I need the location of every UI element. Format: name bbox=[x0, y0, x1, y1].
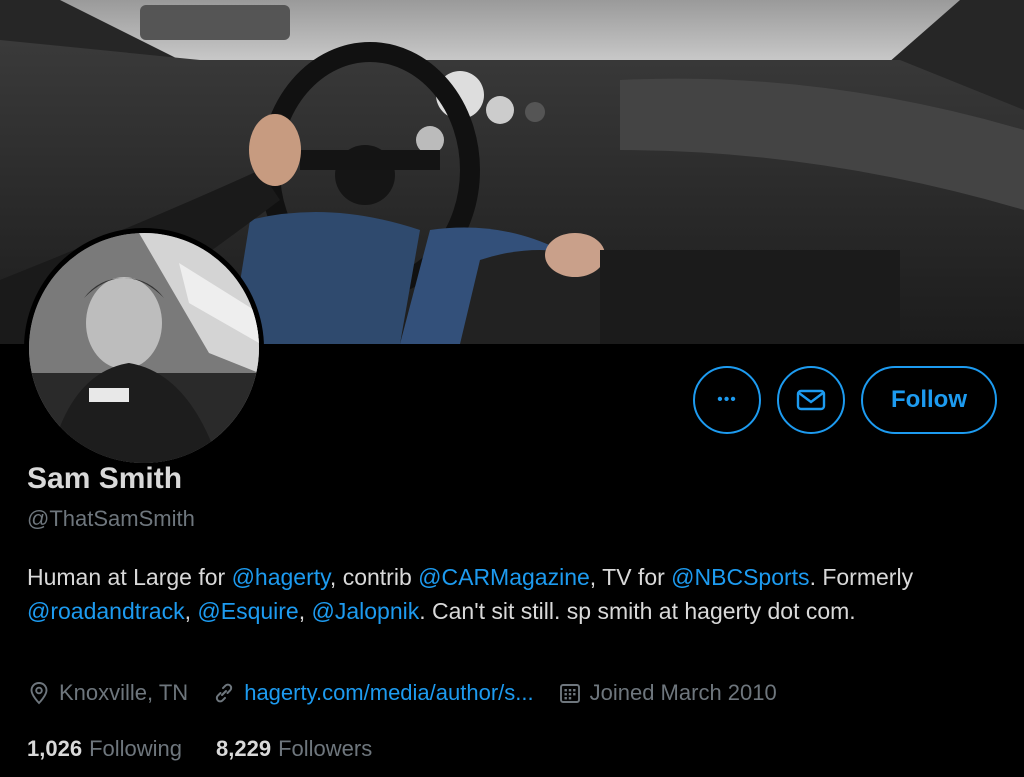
website-link[interactable]: hagerty.com/media/author/s... bbox=[244, 680, 533, 706]
location-pin-icon bbox=[30, 682, 48, 705]
message-button[interactable] bbox=[777, 366, 845, 434]
profile-name: Sam Smith bbox=[27, 462, 183, 495]
link-icon bbox=[216, 683, 233, 703]
profile-meta: Knoxville, TN hagerty.com/media/author/s… bbox=[27, 680, 801, 706]
mail-icon bbox=[796, 389, 826, 411]
profile-bio: Human at Large for @hagerty, contrib @CA… bbox=[27, 560, 987, 628]
calendar-icon bbox=[559, 684, 580, 703]
avatar[interactable] bbox=[24, 228, 264, 468]
bio-text: Human at Large for bbox=[27, 564, 232, 590]
bio-mention-link[interactable]: @Jalopnik bbox=[312, 598, 420, 624]
followers-stat[interactable]: 8,229 Followers bbox=[216, 736, 372, 762]
bio-text: , bbox=[184, 598, 198, 624]
bio-mention-link[interactable]: @Esquire bbox=[197, 598, 298, 624]
joined-item: Joined March 2010 bbox=[558, 680, 777, 706]
bio-text: . Can't sit still. sp smith at hagerty d… bbox=[419, 598, 856, 624]
profile-stats: 1,026 Following 8,229 Followers bbox=[27, 736, 406, 762]
location-text: Knoxville, TN bbox=[59, 680, 189, 705]
bio-mention-link[interactable]: @roadandtrack bbox=[27, 598, 185, 624]
bio-text: . Formerly bbox=[809, 564, 914, 590]
profile-handle: @ThatSamSmith bbox=[27, 506, 195, 531]
profile-actions: ••• Follow bbox=[693, 366, 997, 434]
bio-text: , bbox=[298, 598, 312, 624]
followers-count: 8,229 bbox=[216, 736, 272, 761]
following-label: Following bbox=[89, 736, 182, 761]
location-item: Knoxville, TN bbox=[27, 680, 188, 706]
follow-button[interactable]: Follow bbox=[861, 366, 997, 434]
bio-mention-link[interactable]: @hagerty bbox=[232, 564, 330, 590]
bio-text: , contrib bbox=[329, 564, 419, 590]
bio-text: , TV for bbox=[589, 564, 672, 590]
following-stat[interactable]: 1,026 Following bbox=[27, 736, 182, 762]
more-icon: ••• bbox=[717, 391, 737, 408]
avatar-image bbox=[29, 233, 259, 463]
following-count: 1,026 bbox=[27, 736, 83, 761]
website-item[interactable]: hagerty.com/media/author/s... bbox=[212, 680, 534, 706]
joined-text: Joined March 2010 bbox=[589, 680, 777, 705]
more-button[interactable]: ••• bbox=[693, 366, 761, 434]
followers-label: Followers bbox=[278, 736, 373, 761]
bio-mention-link[interactable]: @NBCSports bbox=[671, 564, 809, 590]
bio-mention-link[interactable]: @CARMagazine bbox=[418, 564, 590, 590]
